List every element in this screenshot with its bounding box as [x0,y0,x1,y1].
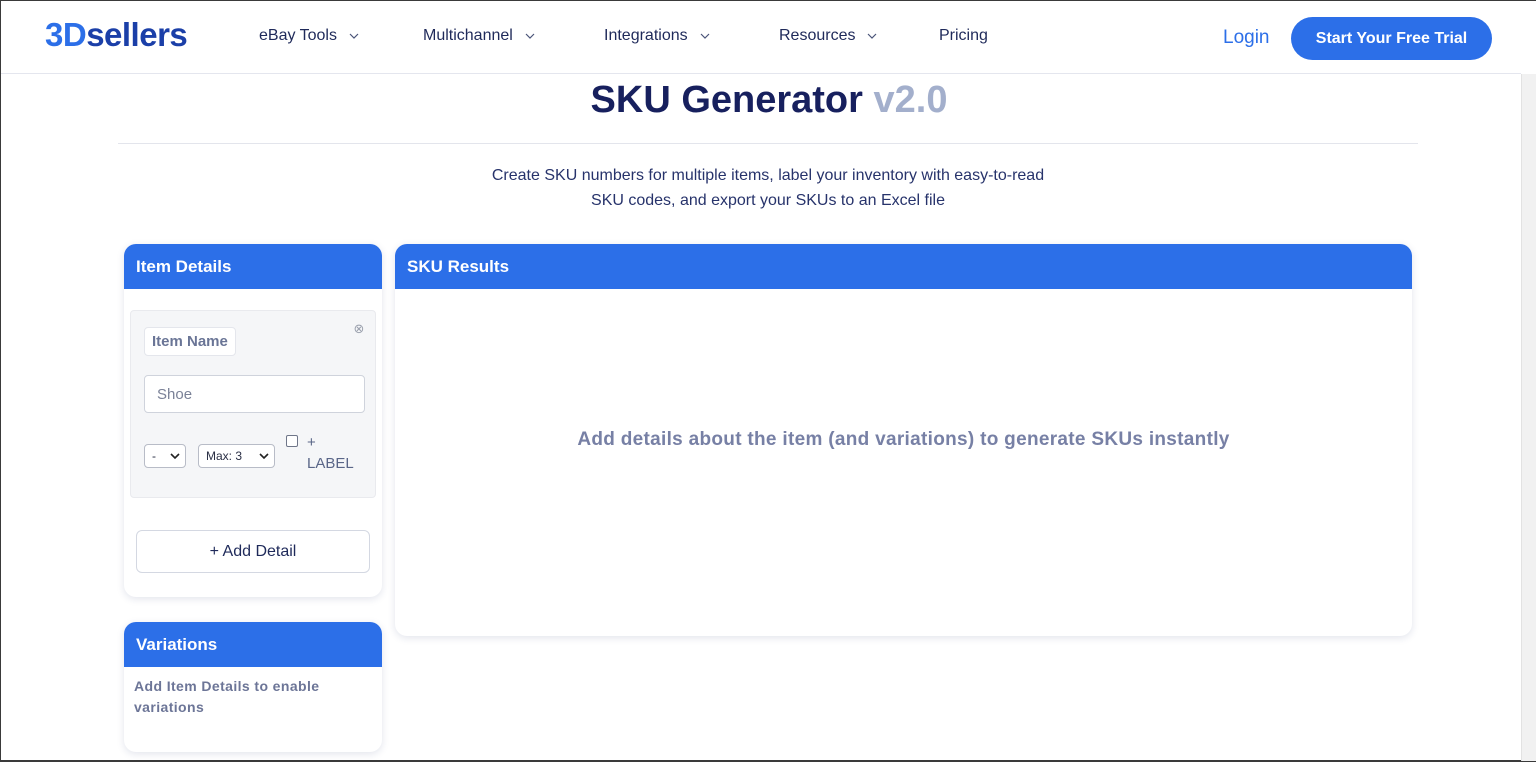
max-length-select[interactable]: Max: 3 [198,444,275,468]
version-badge: v2.0 [873,79,948,121]
logo[interactable]: 3Dsellers [45,16,188,54]
chevron-down-icon [525,33,535,39]
item-detail-row: Item Name ⊗ - Max: 3 + LABEL [130,310,376,498]
remove-detail-icon[interactable]: ⊗ [352,322,366,336]
label-text: LABEL [307,455,354,472]
sku-results-empty-message: Add details about the item (and variatio… [577,429,1230,450]
intro-line: SKU codes, and export your SKUs to an Ex… [591,192,945,209]
nav-item-resources[interactable]: Resources [779,27,877,45]
item-name-label[interactable]: Item Name [144,327,236,356]
top-navigation: 3Dsellers eBay Tools Multichannel Integr… [1,1,1521,74]
item-details-heading: Item Details [124,244,382,289]
separator-select-value: - [152,449,156,463]
nav-item-label: Resources [779,27,856,44]
intro-text: Create SKU numbers for multiple items, l… [401,163,1135,213]
add-detail-button[interactable]: + Add Detail [136,530,370,573]
chevron-down-icon [700,33,710,39]
nav-item-label: Multichannel [423,27,513,44]
chevron-down-icon [349,33,359,39]
page-title-text: SKU Generator [590,79,863,121]
max-length-select-value: Max: 3 [206,449,243,463]
chevron-down-icon [868,33,877,39]
nav-item-ebay-tools[interactable]: eBay Tools [259,27,359,45]
sku-results-heading: SKU Results [395,244,1412,289]
variations-message: Add Item Details to enable variations [134,678,320,715]
label-toggle[interactable]: + LABEL [307,432,354,474]
login-link[interactable]: Login [1223,27,1270,49]
intro-line: Create SKU numbers for multiple items, l… [491,167,1045,184]
nav-item-label: Integrations [604,27,688,44]
title-divider [118,143,1418,144]
nav-item-label: eBay Tools [259,27,337,44]
item-details-card: Item Details Item Name ⊗ - Max: 3 + LABE… [124,244,382,597]
nav-item-multichannel[interactable]: Multichannel [423,27,535,45]
item-name-input[interactable] [144,375,365,413]
nav-item-label: Pricing [939,27,988,44]
logo-suffix: sellers [86,16,188,53]
nav-item-pricing[interactable]: Pricing [939,27,988,45]
label-checkbox[interactable] [286,435,298,447]
variations-heading: Variations [124,622,382,667]
page-title: SKU Generator v2.0 [1,79,1536,122]
separator-select[interactable]: - [144,444,186,468]
logo-prefix: 3D [45,16,87,53]
variations-card: Variations Add Item Details to enable va… [124,622,382,752]
start-free-trial-button[interactable]: Start Your Free Trial [1291,17,1492,60]
sku-results-card: SKU Results Add details about the item (… [395,244,1412,636]
nav-item-integrations[interactable]: Integrations [604,27,710,45]
chevron-down-icon [259,453,269,460]
chevron-down-icon [170,453,180,460]
page-scrollbar[interactable] [1521,74,1536,761]
label-plus-text: + [307,434,316,451]
